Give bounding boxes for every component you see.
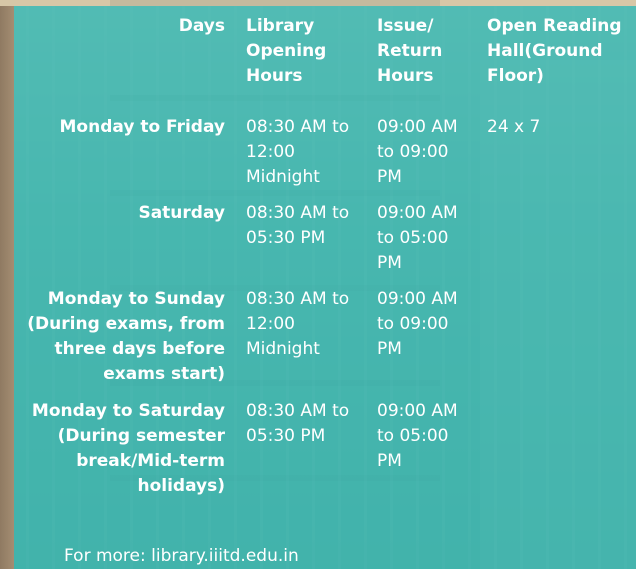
row-days-label: Saturday (138, 203, 225, 223)
row-reading-hall (474, 201, 636, 287)
row-reading-hall: 24 x 7 (487, 117, 541, 137)
row-issue-hours: 09:00 AM to 09:00 PM (377, 117, 458, 187)
row-days-label: Monday to Friday (59, 117, 225, 137)
footer-library-link[interactable]: For more: library.iiitd.edu.in (64, 544, 299, 569)
row-issue-hours: 09:00 AM to 05:00 PM (377, 203, 458, 273)
row-opening-hours: 08:30 AM to 12:00 Midnight (246, 117, 350, 187)
row-days-label: Monday to Sunday (During exams, from thr… (27, 289, 225, 384)
header-library-opening-hours: Library Opening Hours (246, 16, 327, 86)
library-hours-table: Days Library Opening Hours Issue/ Return… (0, 0, 636, 527)
header-days: Days (178, 16, 225, 36)
row-opening-hours: 08:30 AM to 05:30 PM (246, 401, 350, 446)
row-reading-hall (474, 287, 636, 399)
row-reading-hall (474, 399, 636, 527)
row-opening-hours: 08:30 AM to 12:00 Midnight (246, 289, 350, 359)
row-issue-hours: 09:00 AM to 09:00 PM (377, 289, 458, 359)
row-opening-hours: 08:30 AM to 05:30 PM (246, 203, 350, 248)
row-issue-hours: 09:00 AM to 05:00 PM (377, 401, 458, 471)
row-days-label: Monday to Saturday (During semester brea… (31, 401, 225, 496)
header-issue-return-hours: Issue/ Return Hours (377, 16, 443, 86)
header-open-reading-hall: Open Reading Hall(Ground Floor) (487, 16, 622, 86)
